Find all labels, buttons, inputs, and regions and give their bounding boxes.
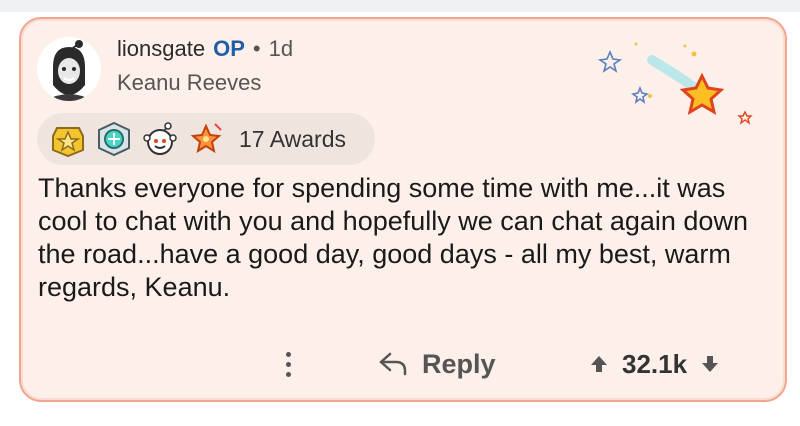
vote-score: 32.1k xyxy=(622,348,688,379)
silver-award-icon xyxy=(98,121,130,157)
more-options-icon[interactable] xyxy=(278,346,298,382)
comment-age: 1d xyxy=(268,36,294,61)
bearded-avatar-icon xyxy=(37,37,101,101)
comment-body: Thanks everyone for spending some time w… xyxy=(38,173,748,302)
reply-arrow-icon xyxy=(379,352,407,376)
avatar[interactable] xyxy=(37,37,101,101)
reply-label: Reply xyxy=(422,348,496,379)
wholesome-award-icon xyxy=(143,122,177,155)
awards-count: 17 Awards xyxy=(239,125,346,152)
downvote-arrow-icon[interactable] xyxy=(699,353,721,375)
shooting-star-icon xyxy=(597,42,753,125)
awards-pill[interactable]: 17 Awards xyxy=(37,113,375,165)
username[interactable]: lionsgate xyxy=(117,36,205,62)
author-line: lionsgate OP • 1d xyxy=(117,36,293,62)
top-strip xyxy=(0,0,800,12)
op-badge: OP xyxy=(213,36,245,61)
gold-star-award-icon xyxy=(52,127,84,158)
user-flair: Keanu Reeves xyxy=(117,70,262,95)
separator-dot: • xyxy=(252,36,261,61)
upvote-arrow-icon[interactable] xyxy=(588,353,610,375)
rocket-award-icon xyxy=(190,123,222,154)
comment-actions: Reply 32.1k xyxy=(0,340,800,390)
vote-controls: 32.1k xyxy=(588,344,721,384)
reply-button[interactable]: Reply xyxy=(378,344,496,384)
